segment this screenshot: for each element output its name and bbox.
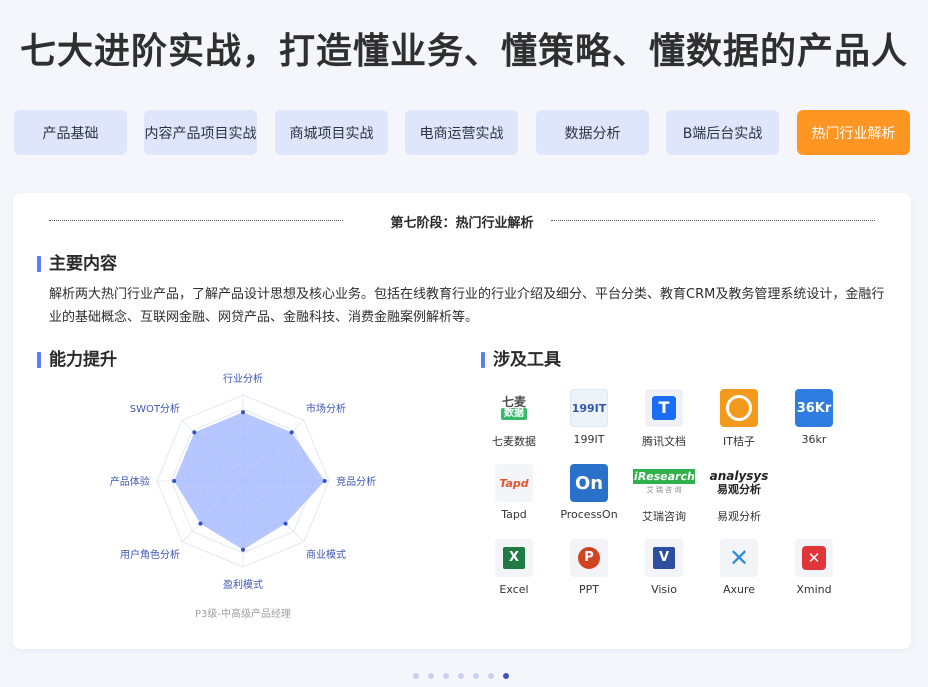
tool-label: 七麦数据: [492, 435, 536, 448]
stage-title: 第七阶段：热门行业解析: [390, 216, 534, 231]
199it-icon: 199IT: [570, 389, 608, 427]
ability-heading: 能力提升: [37, 350, 117, 370]
tool-36kr: 36Kr 36kr: [774, 389, 854, 446]
tool-ppt: P PPT: [549, 539, 629, 596]
tool-label: Excel: [499, 583, 529, 596]
tool-label: IT桔子: [723, 435, 755, 448]
tool-label: Tapd: [501, 508, 527, 521]
radar-point: [283, 521, 288, 526]
tool-label: 36kr: [801, 433, 827, 446]
radar-point: [192, 430, 197, 435]
tencent-docs-icon: T: [645, 389, 683, 427]
radar-axis-label: 市场分析: [306, 402, 346, 415]
radar-axis-label: 产品体验: [110, 475, 150, 488]
axure-icon: ✕: [720, 539, 758, 577]
tab-label: 热门行业解析: [811, 125, 896, 142]
tool-label: 腾讯文档: [642, 435, 686, 448]
tab-label: 产品基础: [42, 125, 99, 142]
tool-analysys: analysys 易观分析 易观分析: [689, 464, 789, 524]
tool-tencent-docs: T 腾讯文档: [624, 389, 704, 449]
stage-tabs: 产品基础 内容产品项目实战 商城项目实战 电商运营实战 数据分析 B端后台实战 …: [14, 110, 910, 155]
radar-axis-label: 竞品分析: [336, 475, 376, 488]
tool-label: Xmind: [796, 583, 832, 596]
tool-label: ProcessOn: [560, 508, 618, 521]
tool-xmind: ✕ Xmind: [774, 539, 854, 596]
radar-point: [289, 430, 294, 435]
tab-label: 商城项目实战: [289, 125, 374, 142]
iresearch-icon: iResearch 艾 瑞 咨 询: [633, 464, 695, 502]
tab-content-product[interactable]: 内容产品项目实战: [144, 110, 257, 155]
tab-mall-project[interactable]: 商城项目实战: [275, 110, 388, 155]
pagination-dot[interactable]: [413, 673, 419, 679]
visio-icon: V: [645, 539, 683, 577]
radar-axis-label: 盈利模式: [223, 578, 263, 591]
radar-caption: P3级-中高级产品经理: [195, 607, 291, 620]
tool-processon: On ProcessOn: [549, 464, 629, 521]
radar-area: [174, 412, 325, 550]
tab-ecommerce-ops[interactable]: 电商运营实战: [405, 110, 518, 155]
radar-axis-label: SWOT分析: [130, 402, 180, 415]
tool-label: 199IT: [573, 433, 605, 446]
tab-b-backend[interactable]: B端后台实战: [666, 110, 779, 155]
tool-qimai: 七麦 数据 七麦数据: [474, 389, 554, 449]
tab-data-analysis[interactable]: 数据分析: [536, 110, 649, 155]
tab-product-basics[interactable]: 产品基础: [14, 110, 127, 155]
xmind-icon: ✕: [795, 539, 833, 577]
main-content-heading: 主要内容: [37, 254, 117, 274]
tab-label: 电商运营实战: [419, 125, 504, 142]
analysys-icon: analysys 易观分析: [704, 464, 774, 502]
tab-label: 内容产品项目实战: [144, 125, 257, 142]
carousel-pagination: [413, 673, 513, 681]
radar-axis-label: 商业模式: [306, 548, 346, 561]
tab-hot-industry[interactable]: 热门行业解析: [797, 110, 910, 155]
radar-point: [198, 521, 203, 526]
page-title: 七大进阶实战，打造懂业务、懂策略、懂数据的产品人: [19, 31, 908, 72]
pagination-dot[interactable]: [488, 673, 494, 679]
radar-axis-label: 用户角色分析: [120, 548, 180, 561]
tools-heading: 涉及工具: [481, 350, 561, 370]
pagination-dot-active[interactable]: [503, 673, 509, 679]
radar-point: [241, 410, 245, 415]
main-content-text: 解析两大热门行业产品，了解产品设计思想及核心业务。包括在线教育行业的行业介绍及细…: [49, 287, 885, 325]
pagination-dot[interactable]: [458, 673, 464, 679]
tool-itjuzi: IT桔子: [699, 389, 779, 449]
tool-axure: ✕ Axure: [699, 539, 779, 596]
tab-label: 数据分析: [564, 125, 621, 142]
radar-point: [241, 547, 245, 552]
radar-point: [322, 479, 327, 483]
pagination-dot[interactable]: [428, 673, 434, 679]
tool-visio: V Visio: [624, 539, 704, 596]
radar-point: [172, 479, 177, 483]
tab-label: B端后台实战: [682, 125, 763, 142]
pagination-dot[interactable]: [473, 673, 479, 679]
excel-icon: X: [495, 539, 533, 577]
tool-label: Visio: [651, 583, 677, 596]
tool-label: 易观分析: [717, 510, 761, 523]
tool-199it: 199IT 199IT: [549, 389, 629, 446]
radar-axis-label: 行业分析: [223, 373, 263, 385]
tool-excel: X Excel: [474, 539, 554, 596]
pagination-dot[interactable]: [443, 673, 449, 679]
stage-card: 第七阶段：热门行业解析 主要内容 解析两大热门行业产品，了解产品设计思想及核心业…: [13, 193, 911, 649]
tapd-icon: Tapd: [495, 464, 533, 502]
36kr-icon: 36Kr: [795, 389, 833, 427]
ability-radar-chart: 行业分析市场分析竞品分析商业模式盈利模式 用户角色分析 产品体验 SWOT分析 P3级…: [110, 373, 376, 620]
ppt-icon: P: [570, 539, 608, 577]
tool-tapd: Tapd Tapd: [474, 464, 554, 521]
tool-label: PPT: [579, 583, 599, 596]
processon-icon: On: [570, 464, 608, 502]
tool-label: Axure: [722, 583, 756, 596]
qimai-icon: 七麦 数据: [495, 389, 533, 427]
itjuzi-icon: [720, 389, 758, 427]
